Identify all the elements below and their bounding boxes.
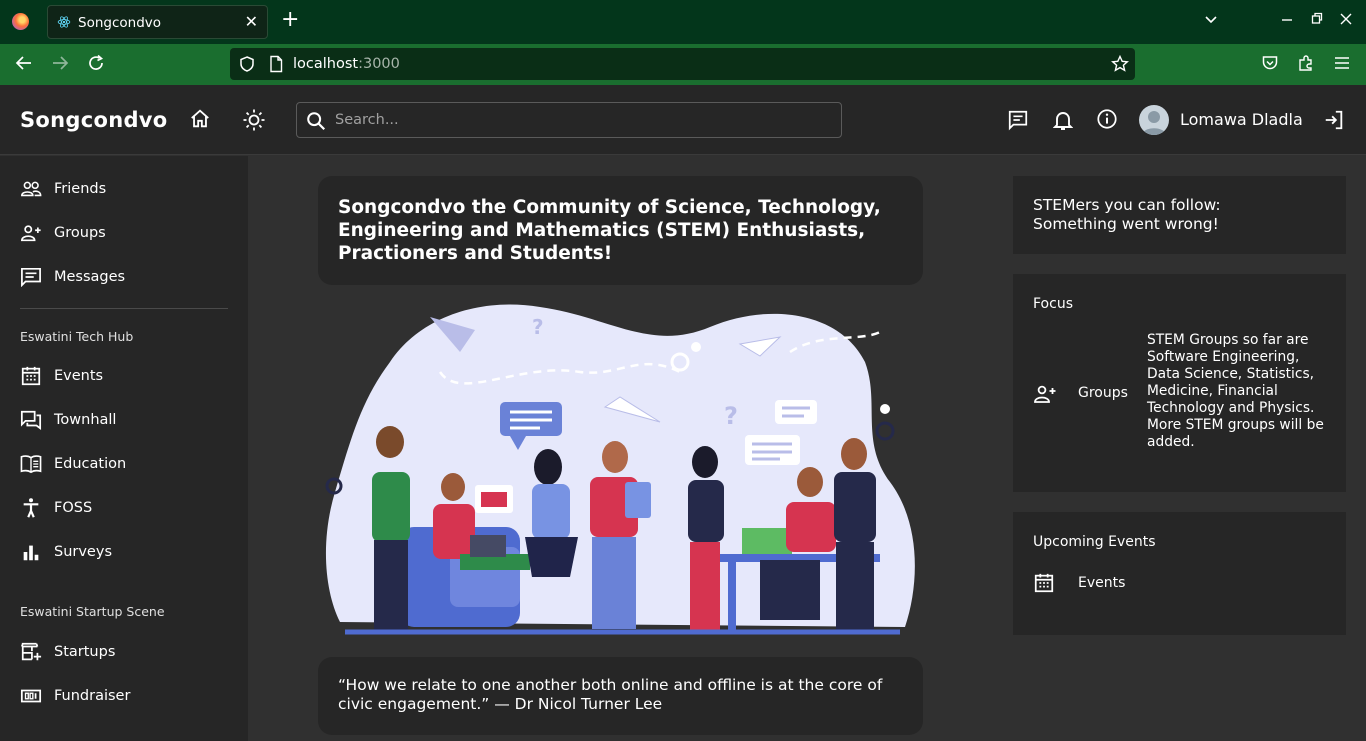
url-bar[interactable]: localhost:3000 <box>230 48 1135 80</box>
sidebar-item-foss[interactable]: FOSS <box>20 496 92 520</box>
browser-tabbar: Songcondvo ✕ + <box>0 0 1366 44</box>
firefox-logo-icon[interactable] <box>12 13 29 30</box>
avatar[interactable] <box>1139 105 1169 135</box>
sidebar-item-messages[interactable]: Messages <box>20 265 125 289</box>
pocket-icon[interactable] <box>1261 54 1279 77</box>
menu-icon[interactable] <box>1334 54 1350 77</box>
info-icon[interactable] <box>1096 108 1118 134</box>
theme-toggle-icon[interactable] <box>242 108 266 136</box>
page-icon <box>270 55 283 73</box>
forum-icon <box>20 410 42 430</box>
react-icon <box>57 16 71 28</box>
svg-text:?: ? <box>724 402 738 430</box>
events-panel: Upcoming Events Events <box>1013 512 1346 635</box>
message-icon <box>21 267 41 287</box>
back-icon[interactable] <box>15 54 33 77</box>
browser-tab[interactable]: Songcondvo ✕ <box>47 5 268 39</box>
extensions-icon[interactable] <box>1297 54 1315 77</box>
forward-icon[interactable] <box>51 54 69 77</box>
chat-icon[interactable] <box>1007 109 1029 135</box>
reload-icon[interactable] <box>87 54 105 77</box>
hero-card: Songcondvo the Community of Science, Tec… <box>318 176 923 285</box>
close-window-icon[interactable] <box>1340 12 1352 30</box>
minimize-icon[interactable] <box>1281 12 1293 30</box>
sidebar-divider <box>20 308 228 309</box>
section-title-tech-hub: Eswatini Tech Hub <box>20 329 134 344</box>
group-add-icon <box>21 225 41 242</box>
focus-description: STEM Groups so far are Software Engineer… <box>1147 332 1324 450</box>
focus-title: Focus <box>1033 296 1073 312</box>
url-text: localhost:3000 <box>293 56 400 72</box>
calendar-icon <box>21 366 41 386</box>
hero-title: Songcondvo the Community of Science, Tec… <box>338 197 881 264</box>
sidebar-item-education[interactable]: Education <box>20 452 126 476</box>
calendar-icon <box>1034 573 1054 593</box>
sidebar-item-label: Fundraiser <box>54 688 131 704</box>
sidebar-item-label: Surveys <box>54 544 112 560</box>
search-box <box>296 102 842 138</box>
bar-chart-icon <box>23 545 39 561</box>
logout-icon[interactable] <box>1323 109 1345 135</box>
svg-text:?: ? <box>532 315 544 339</box>
people-icon <box>21 181 42 197</box>
upcoming-events-item[interactable]: Events <box>1033 572 1143 596</box>
sidebar-item-label: Startups <box>54 644 116 660</box>
sidebar-item-fundraiser[interactable]: Fundraiser <box>20 684 130 708</box>
focus-groups-label: Groups <box>1078 385 1128 401</box>
sidebar-item-townhall[interactable]: Townhall <box>20 408 116 432</box>
money-icon <box>20 689 42 703</box>
sidebar-item-label: Friends <box>54 181 107 197</box>
sidebar-item-label: Groups <box>54 225 106 241</box>
book-icon <box>20 455 42 474</box>
follow-error: Something went wrong! <box>1033 215 1219 233</box>
sidebar-item-label: Events <box>54 368 104 384</box>
sidebar-item-label: Townhall <box>54 412 117 428</box>
quote-text: “How we relate to one another both onlin… <box>338 676 883 713</box>
home-icon[interactable] <box>189 108 211 134</box>
focus-groups-item[interactable]: Groups <box>1033 382 1143 406</box>
events-title: Upcoming Events <box>1033 534 1156 550</box>
browser-navbar: localhost:3000 <box>0 44 1366 85</box>
sidebar-item-surveys[interactable]: Surveys <box>20 540 112 564</box>
search-input[interactable] <box>335 109 815 131</box>
sidebar-item-friends[interactable]: Friends <box>20 177 106 201</box>
sidebar: Friends Groups Messages Eswatini Tech Hu… <box>0 156 248 741</box>
brand-title[interactable]: Songcondvo <box>20 108 168 132</box>
events-label: Events <box>1078 575 1126 591</box>
bookmark-star-icon[interactable] <box>1111 55 1129 73</box>
sidebar-item-label: Education <box>54 456 127 472</box>
sidebar-item-groups[interactable]: Groups <box>20 221 106 245</box>
quote-card: “How we relate to one another both onlin… <box>318 657 923 735</box>
app-header: Songcondvo Lomawa Dladla <box>0 85 1366 155</box>
sidebar-item-label: FOSS <box>54 500 93 516</box>
tab-close-icon[interactable]: ✕ <box>245 12 258 31</box>
accessibility-icon <box>23 498 39 518</box>
restore-icon[interactable] <box>1311 12 1323 30</box>
notifications-icon[interactable] <box>1052 109 1074 135</box>
list-tabs-icon[interactable] <box>1204 12 1218 30</box>
follow-panel: STEMers you can follow: Something went w… <box>1013 176 1346 254</box>
tracking-shield-icon[interactable] <box>238 55 256 73</box>
new-tab-icon[interactable]: + <box>281 9 299 31</box>
username[interactable]: Lomawa Dladla <box>1180 110 1303 129</box>
follow-title: STEMers you can follow: <box>1033 196 1221 214</box>
add-business-icon <box>21 642 42 661</box>
focus-panel: Focus Groups STEM Groups so far are Soft… <box>1013 274 1346 492</box>
section-title-startup-scene: Eswatini Startup Scene <box>20 604 165 619</box>
search-icon <box>307 112 326 131</box>
sidebar-item-events[interactable]: Events <box>20 364 103 388</box>
sidebar-item-startups[interactable]: Startups <box>20 640 115 664</box>
tab-title: Songcondvo <box>78 15 162 31</box>
community-illustration: ? ? <box>325 304 915 635</box>
group-add-icon <box>1034 385 1056 403</box>
sidebar-item-label: Messages <box>54 269 126 285</box>
